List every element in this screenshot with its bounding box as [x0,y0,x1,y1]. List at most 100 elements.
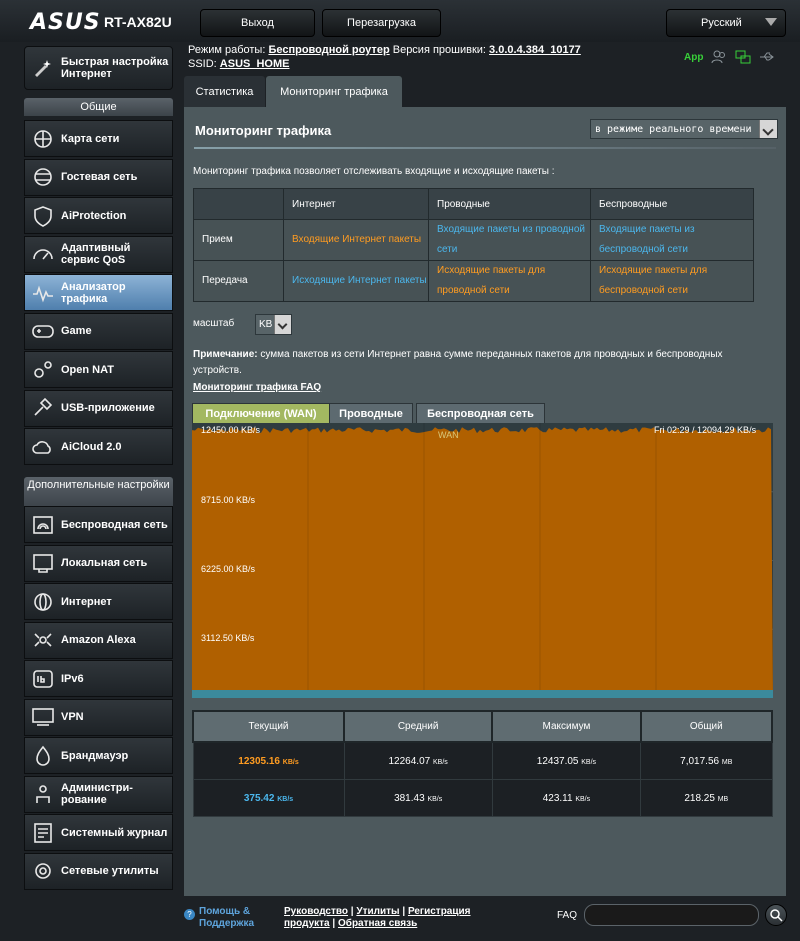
scale-label: масштаб [193,318,235,329]
sidebar-item-label: Amazon Alexa [61,634,136,646]
shield-icon [34,205,52,227]
firmware-label: Версия прошивки: [392,44,486,56]
sidebar-item-label: Системный журнал [61,826,168,839]
legend-wireless-out: Исходящие пакеты для беспроводной сети [590,260,754,302]
sidebar-item-general-7[interactable]: USB-приложение [24,389,173,427]
sidebar-item-advanced-8[interactable]: Системный журнал [24,814,173,851]
faq-label: FAQ [557,910,578,921]
wireless-icon [33,515,53,534]
graph-tab-wired[interactable]: Проводные [329,403,413,425]
traffic-graph-svg [192,423,773,698]
help-support[interactable]: ? Помощь & Поддержка [184,906,269,930]
footer: ? Помощь & Поддержка Руководство | Утили… [0,900,800,941]
search-icon [770,909,783,922]
sidebar-item-general-3[interactable]: Адаптивный сервис QoS [24,235,173,273]
logout-button[interactable]: Выход [200,9,315,37]
sidebar-item-general-5[interactable]: Game [24,312,173,350]
legend-row-transmit: Передача [193,260,284,302]
sidebar-section-general: Общие [24,98,173,116]
sidebar-item-general-4[interactable]: Анализатор трафика [24,274,173,311]
sidebar-item-label: USB-приложение [61,402,155,414]
faq-link[interactable]: Мониторинг трафика FAQ [193,382,321,393]
graph-y-label: 8715.00 KB/s [201,495,256,505]
tab-traffic-monitor[interactable]: Мониторинг трафика [266,76,402,107]
stats-current-in: 12305.16 KB/s [192,741,345,780]
sidebar-item-general-0[interactable]: Карта сети [24,120,173,157]
sidebar-item-advanced-2[interactable]: Интернет [24,583,173,620]
alexa-icon [34,633,52,647]
legend-internet-out: Исходящие Интернет пакеты [283,260,429,302]
legend-row-receive: Прием [193,219,284,261]
search-button[interactable] [765,904,787,926]
stats-current-out: 375.42 KB/s [192,779,345,817]
registration-link-cont[interactable]: продукта [284,918,330,929]
operation-info: Режим работы: Беспроводной роутер Версия… [188,44,581,56]
tab-statistics[interactable]: Статистика [184,76,265,107]
traffic-graph: 12450.00 KB/s 8715.00 KB/s 6225.00 KB/s … [192,423,773,698]
sidebar-item-advanced-0[interactable]: Беспроводная сеть [24,506,173,543]
sidebar-item-advanced-9[interactable]: Сетевые утилиты [24,852,173,890]
realtime-mode-value: в режиме реального времени [595,123,752,135]
mode-label: Режим работы: [188,44,266,56]
tx-area [192,690,773,698]
sidebar-item-advanced-5[interactable]: VPN [24,698,173,736]
faq-search-input[interactable] [584,904,759,926]
sidebar-item-general-6[interactable]: Open NAT [24,351,173,388]
utilities-link[interactable]: Утилиты [356,906,399,917]
rx-area [192,427,773,698]
sidebar-item-general-1[interactable]: Гостевая сеть [24,158,173,196]
usb-status-icon[interactable] [759,50,775,64]
stats-header-total: Общий [639,710,774,743]
sidebar-item-advanced-4[interactable]: IPv6 [24,660,173,697]
sidebar-item-general-8[interactable]: AiCloud 2.0 [24,428,173,465]
ssid-link[interactable]: ASUS_HOME [220,58,290,70]
globe-icon [34,592,52,611]
language-select[interactable]: Русский [666,9,786,37]
language-label: Русский [701,17,742,29]
table-row: 12305.16 KB/s 12264.07 KB/s 12437.05 KB/… [192,741,773,780]
sidebar-item-label: IPv6 [61,672,84,685]
help-support-label: Помощь & Поддержка [199,906,255,929]
graph-series-label: WAN [438,430,459,440]
chevron-down-icon [274,315,291,334]
graph-y-label: 6225.00 KB/s [201,564,256,574]
legend-wired-in: Входящие пакеты из проводной сети [428,219,591,261]
network-status-icon[interactable] [735,50,751,64]
stats-header-current: Текущий [191,710,346,743]
sidebar-item-general-2[interactable]: AiProtection [24,197,173,234]
sidebar-item-quick-setup[interactable]: Быстрая настройка Интернет [24,46,173,90]
sidebar-item-advanced-7[interactable]: Администри-рование [24,775,173,813]
reboot-button[interactable]: Перезагрузка [322,9,441,37]
mode-link[interactable]: Беспроводной роутер [268,44,389,56]
sidebar-item-advanced-6[interactable]: Брандмауэр [24,737,173,774]
stats-total-in: 7,017.56 MB [640,741,773,780]
firmware-link[interactable]: 3.0.0.4.384_10177 [489,44,581,56]
sidebar-item-advanced-3[interactable]: Amazon Alexa [24,621,173,659]
graph-tab-wan[interactable]: Подключение (WAN) [192,403,330,425]
feedback-link[interactable]: Обратная связь [338,918,417,929]
ipv6-icon [33,669,53,688]
magic-wand-icon [35,60,51,77]
sidebar-item-label: Быстрая настройка Интернет [61,56,169,80]
sidebar-item-label: AiProtection [61,209,127,222]
realtime-mode-select[interactable]: в режиме реального времени [590,119,778,139]
guest-network-icon [34,168,52,186]
sidebar-item-advanced-1[interactable]: Локальная сеть [24,544,173,582]
app-link[interactable]: App [684,52,703,63]
graph-tab-wireless[interactable]: Беспроводная сеть [416,403,545,425]
clients-icon[interactable] [711,50,727,64]
legend-internet-in: Входящие Интернет пакеты [283,219,429,261]
brand-logo[interactable]: ASUS [30,10,101,35]
sidebar-item-label: Гостевая сеть [61,171,138,183]
help-icon: ? [184,909,195,920]
cloud-icon [32,440,51,454]
stats-max-in: 12437.05 KB/s [491,741,642,780]
scale-select[interactable]: KB [255,314,292,335]
manual-link[interactable]: Руководство [284,906,348,917]
footer-links: Руководство | Утилиты | Регистрация прод… [284,906,471,929]
title-divider [194,147,776,149]
registration-link[interactable]: Регистрация [408,906,471,917]
chevron-down-icon [765,18,777,26]
note: Примечание: сумма пакетов из сети Интерн… [193,347,773,379]
firewall-icon [36,745,50,766]
